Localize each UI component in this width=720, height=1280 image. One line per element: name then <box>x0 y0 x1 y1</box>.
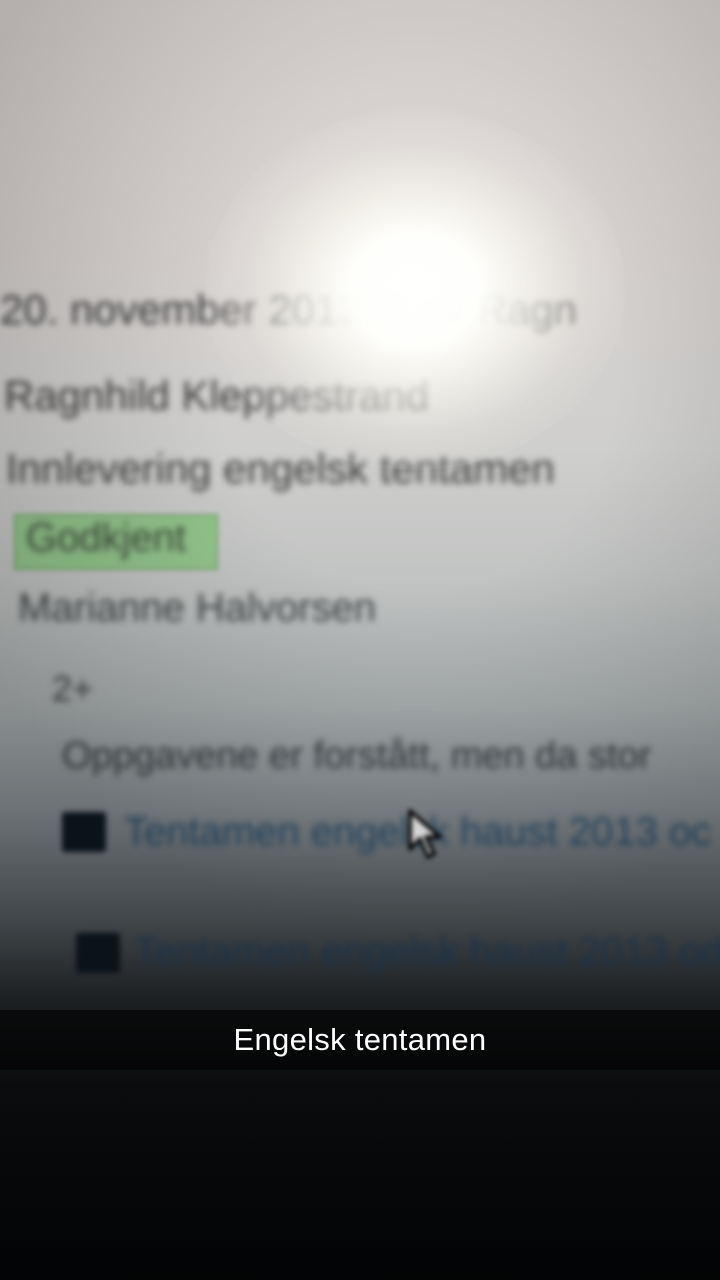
status-badge-label: Godkjent <box>26 516 187 560</box>
flash-glare <box>205 110 625 470</box>
caption-bar: Engelsk tentamen <box>0 1010 720 1070</box>
mouse-cursor-icon <box>408 809 442 859</box>
grade: 2+ <box>52 668 94 709</box>
caption-text: Engelsk tentamen <box>233 1022 487 1057</box>
photo: 20. november 2013, 2 av Ragn Ragnhild Kl… <box>0 0 720 1280</box>
teacher-name: Marianne Halvorsen <box>18 586 376 630</box>
file-icon <box>76 933 120 973</box>
file-icon <box>62 812 106 852</box>
attachment-link: Tentamen engelsk haust 2013 od <box>134 930 720 974</box>
comment-text: Oppgavene er forstått, men da stor <box>62 735 652 777</box>
